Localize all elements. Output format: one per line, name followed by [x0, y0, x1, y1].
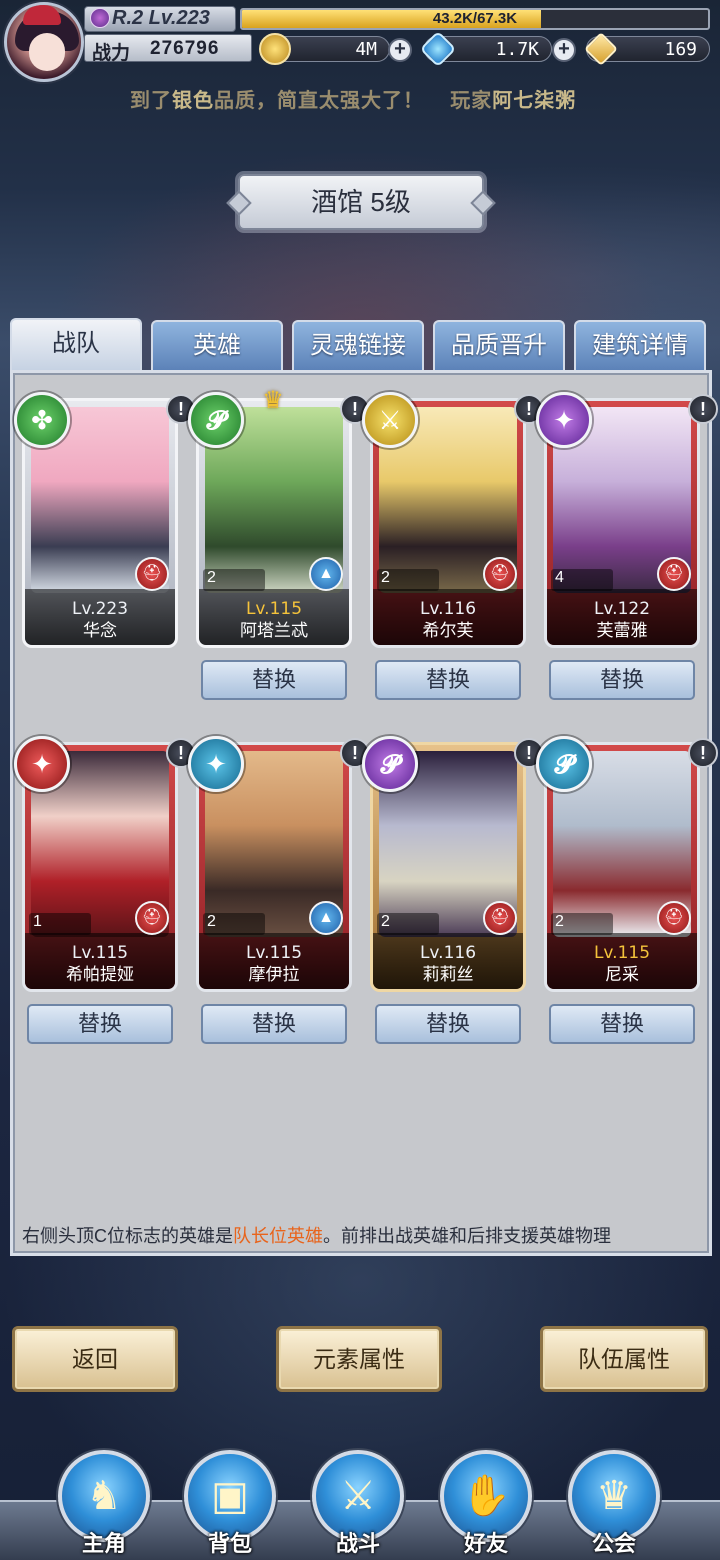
crystal-icon: [419, 30, 457, 68]
helmet-icon: ⛑: [483, 901, 517, 935]
marquee-prefix: 到了: [130, 90, 172, 112]
nav-label: 背包: [207, 1531, 252, 1556]
hero-name: 尼采: [605, 965, 639, 984]
tab-building-details[interactable]: 建筑详情: [574, 320, 706, 370]
page-title: 酒馆 5级: [238, 174, 484, 230]
dark-element-icon: 𝓟: [362, 736, 418, 792]
hero-name: 芙蕾雅: [596, 621, 648, 640]
nav-battle[interactable]: ⚔ 战斗: [308, 1450, 408, 1558]
tab-bar: 战队 英雄 灵魂链接 品质晋升 建筑详情: [10, 318, 710, 370]
hero-star-count: 2: [555, 913, 564, 930]
hint-prefix: 右侧头顶C位标志的英雄是: [22, 1226, 233, 1246]
team-attribute-button[interactable]: 队伍属性: [540, 1326, 708, 1392]
wing-element-icon: ✦: [536, 392, 592, 448]
helmet-icon: ⛑: [657, 901, 691, 935]
tab-heroes[interactable]: 英雄: [151, 320, 283, 370]
hero-name: 希尔芙: [422, 621, 474, 640]
hero-star-count: 2: [207, 569, 216, 586]
broadcast-marquee: 到了银色品质，简直太强大了！ 玩家阿七柒粥: [130, 84, 660, 114]
marquee-player-prefix: 玩家: [450, 90, 493, 112]
sword-element-icon: ⚔: [362, 392, 418, 448]
wizard-hat-icon: ▲: [309, 557, 343, 591]
avatar-hat: [23, 5, 61, 25]
swap-button[interactable]: 替换: [375, 660, 521, 700]
nav-label: 主角: [81, 1531, 126, 1556]
power-value: 276796: [150, 38, 220, 59]
power-label: 战力: [92, 43, 131, 64]
avatar-face: [29, 33, 65, 71]
info-exclamation-icon[interactable]: !: [688, 394, 718, 424]
crystal-currency: 1.7K: [419, 30, 552, 68]
swap-button[interactable]: 替换: [201, 1004, 347, 1044]
bottom-nav: ♞ 主角 ▣ 背包 ⚔ 战斗 ✋ 好友 ♛ 公会: [0, 1440, 720, 1560]
nav-label: 公会: [591, 1531, 636, 1556]
hero-name: 摩伊拉: [248, 965, 300, 984]
dark-element-icon: 𝓟: [536, 736, 592, 792]
nav-friends[interactable]: ✋ 好友: [436, 1450, 536, 1558]
hero-name: 华念: [83, 621, 117, 640]
wing-element-icon: ✦: [14, 736, 70, 792]
nav-label: 好友: [463, 1531, 508, 1556]
marquee-player: 阿七柒粥: [492, 90, 577, 112]
tab-quality-upgrade[interactable]: 品质晋升: [433, 320, 565, 370]
hero-star-count: 2: [207, 913, 216, 930]
gold-coin-icon: [259, 33, 291, 65]
rank-gem-icon: [90, 8, 110, 28]
back-button[interactable]: 返回: [12, 1326, 178, 1392]
tab-team[interactable]: 战队: [10, 318, 142, 370]
element-attribute-button[interactable]: 元素属性: [276, 1326, 442, 1392]
gold-currency: 4M: [259, 33, 390, 65]
leaf-element-icon: ✤: [14, 392, 70, 448]
helmet-icon: ⛑: [483, 557, 517, 591]
nav-protagonist[interactable]: ♞ 主角: [54, 1450, 154, 1558]
swap-button[interactable]: 替换: [27, 1004, 173, 1044]
nav-guild[interactable]: ♛ 公会: [564, 1450, 664, 1558]
hint-text: 右侧头顶C位标志的英雄是队长位英雄。前排出战英雄和后排支援英雄物理: [22, 1222, 702, 1250]
xp-bar: 43.2K/67.3K: [240, 8, 710, 30]
marquee-highlight: 银色: [172, 90, 214, 112]
swap-button[interactable]: 替换: [549, 660, 695, 700]
info-exclamation-icon[interactable]: !: [688, 738, 718, 768]
helmet-icon: ⛑: [135, 557, 169, 591]
wizard-hat-icon: ▲: [309, 901, 343, 935]
dark-element-icon: 𝓟: [188, 392, 244, 448]
helmet-icon: ⛑: [135, 901, 169, 935]
add-gold-button[interactable]: +: [388, 38, 412, 62]
top-bar: R.2 Lv.223 43.2K/67.3K 战力 276796 4M + 1.…: [0, 0, 720, 82]
hero-name: 希帕提娅: [66, 965, 134, 984]
hero-star-count: 2: [381, 913, 390, 930]
swap-button[interactable]: 替换: [201, 660, 347, 700]
hero-name: 阿塔兰忒: [240, 621, 308, 640]
marquee-middle: 品质，简直太强大了！: [214, 90, 424, 112]
rank-level: R.2 Lv.223: [112, 7, 210, 29]
ticket-value: 169: [664, 39, 697, 60]
player-avatar[interactable]: [4, 2, 84, 82]
swap-button[interactable]: 替换: [375, 1004, 521, 1044]
tab-soul-link[interactable]: 灵魂链接: [292, 320, 424, 370]
nav-backpack[interactable]: ▣ 背包: [180, 1450, 280, 1558]
hero-star-count: 4: [555, 569, 564, 586]
gold-value: 4M: [355, 39, 377, 60]
ticket-icon: [584, 32, 618, 66]
hint-highlight: 队长位英雄: [233, 1226, 323, 1246]
leader-crown-icon: ♛: [262, 387, 284, 414]
nav-label: 战斗: [335, 1531, 380, 1556]
wing-element-icon: ✦: [188, 736, 244, 792]
hero-name: 莉莉丝: [422, 965, 474, 984]
add-crystal-button[interactable]: +: [552, 38, 576, 62]
helmet-icon: ⛑: [657, 557, 691, 591]
hero-star-count: 1: [33, 913, 42, 930]
hint-suffix: 。前排出战英雄和后排支援英雄物理: [323, 1226, 611, 1246]
xp-text: 43.2K/67.3K: [432, 10, 518, 27]
ticket-currency: 169: [584, 32, 710, 66]
crystal-value: 1.7K: [495, 39, 539, 60]
hero-star-count: 2: [381, 569, 390, 586]
swap-button[interactable]: 替换: [549, 1004, 695, 1044]
